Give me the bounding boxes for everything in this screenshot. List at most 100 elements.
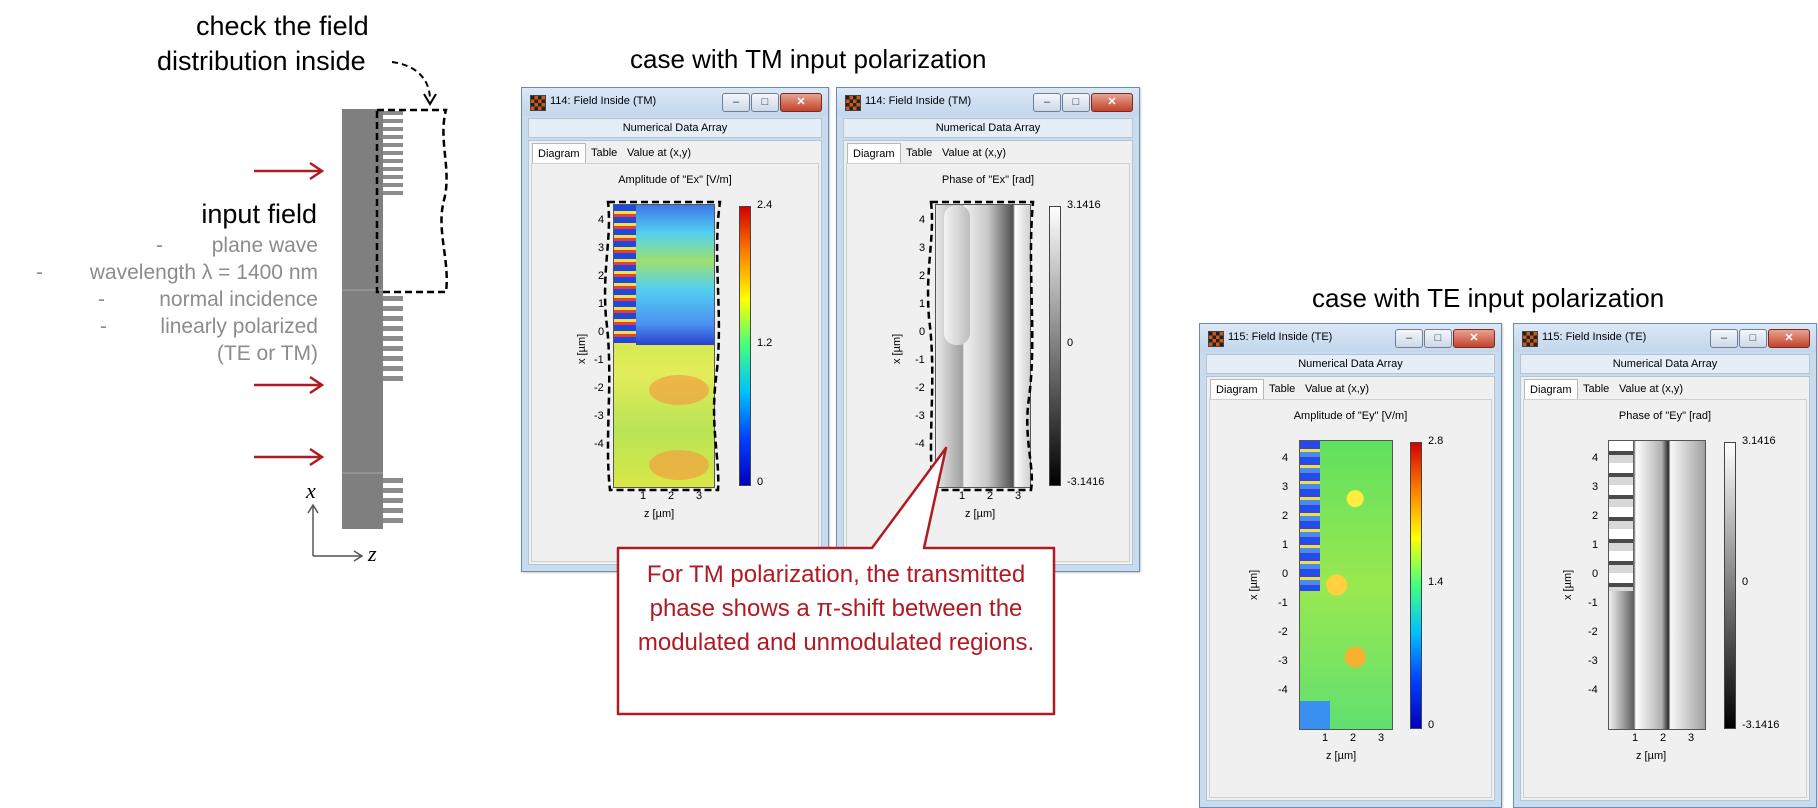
- y-tick: 0: [919, 326, 926, 338]
- tab-table[interactable]: Table: [1578, 379, 1614, 399]
- colorbar-mid: 0: [1742, 576, 1749, 588]
- window-subtitle: Numerical Data Array: [1206, 354, 1495, 374]
- colorbar-max: 2.8: [1428, 435, 1444, 447]
- window-subtitle: Numerical Data Array: [528, 118, 822, 138]
- tab-table[interactable]: Table: [586, 143, 622, 163]
- y-tick: 4: [1592, 452, 1599, 464]
- app-icon: [1208, 331, 1224, 347]
- y-tick: -3: [594, 410, 604, 422]
- tab-diagram[interactable]: Diagram: [1210, 379, 1264, 401]
- window-titlebar[interactable]: 114: Field Inside (TM) – □ ✕: [837, 88, 1139, 116]
- y-tick: 3: [919, 242, 926, 254]
- window-te-amplitude[interactable]: 115: Field Inside (TE) – □ ✕ Numerical D…: [1199, 323, 1502, 808]
- tab-value-at-xy[interactable]: Value at (x,y): [1300, 379, 1374, 399]
- tab-value-at-xy[interactable]: Value at (x,y): [937, 143, 1011, 163]
- diagram-panel: Amplitude of "Ey" [V/m] 2.8 1.4 0 x [µm]…: [1209, 399, 1492, 798]
- bullet-normal-incidence: normal incidence: [159, 288, 318, 311]
- y-tick: 2: [598, 270, 605, 282]
- tab-diagram[interactable]: Diagram: [1524, 379, 1578, 401]
- window-te-phase[interactable]: 115: Field Inside (TE) – □ ✕ Numerical D…: [1513, 323, 1817, 808]
- window-subtitle: Numerical Data Array: [1520, 354, 1810, 374]
- axis-z-label: z: [368, 541, 377, 566]
- minimize-button[interactable]: –: [1710, 329, 1738, 348]
- plot-title: Amplitude of "Ex" [V/m]: [618, 174, 732, 186]
- y-tick: 2: [919, 270, 926, 282]
- y-tick: -4: [1278, 684, 1288, 696]
- colorbar-mid: 0: [1067, 337, 1074, 349]
- maximize-button[interactable]: □: [1424, 329, 1452, 348]
- window-title: 115: Field Inside (TE): [1542, 331, 1647, 343]
- colorbar-max: 3.1416: [1067, 199, 1101, 211]
- y-tick: 0: [1592, 568, 1599, 580]
- y-tick: 4: [919, 214, 926, 226]
- colorbar-max: 2.4: [757, 199, 773, 211]
- y-tick: -3: [1278, 655, 1288, 667]
- window-titlebar[interactable]: 115: Field Inside (TE) – □ ✕: [1514, 324, 1816, 352]
- x-tick: 3: [1688, 732, 1695, 744]
- app-icon: [530, 95, 546, 111]
- colorbar-min: 0: [1428, 719, 1435, 731]
- bullet-dash: -: [98, 288, 105, 311]
- y-tick: 3: [598, 242, 605, 254]
- diagram-panel: Phase of "Ey" [rad] 3.1416 0 -3.1416 x […: [1523, 399, 1807, 798]
- window-titlebar[interactable]: 115: Field Inside (TE) – □ ✕: [1200, 324, 1501, 352]
- y-tick: 3: [1592, 481, 1599, 493]
- minimize-button[interactable]: –: [1395, 329, 1423, 348]
- amplitude-plot[interactable]: [1299, 440, 1393, 730]
- close-button[interactable]: ✕: [780, 93, 822, 112]
- x-axis-label: z [µm]: [1636, 750, 1667, 762]
- field-pattern-grating: [1300, 441, 1320, 591]
- window-title: 114: Field Inside (TM): [550, 95, 657, 107]
- bullet-plane-wave: plane wave: [211, 234, 318, 257]
- window-subtitle: Numerical Data Array: [843, 118, 1133, 138]
- minimize-button[interactable]: –: [1033, 93, 1061, 112]
- colorbar-mid: 1.2: [757, 337, 773, 349]
- tab-value-at-xy[interactable]: Value at (x,y): [1614, 379, 1688, 399]
- tab-table[interactable]: Table: [901, 143, 937, 163]
- tm-heading: case with TM input polarization: [630, 44, 987, 74]
- plot-title: Phase of "Ey" [rad]: [1618, 410, 1712, 422]
- x-tick: 1: [1632, 732, 1639, 744]
- tab-diagram[interactable]: Diagram: [847, 143, 901, 165]
- y-tick: 2: [1282, 510, 1289, 522]
- input-field-heading: input field: [201, 199, 317, 229]
- tab-diagram[interactable]: Diagram: [532, 143, 586, 165]
- x-tick: 3: [1378, 732, 1385, 744]
- app-icon: [1522, 331, 1538, 347]
- y-tick: -2: [594, 382, 604, 394]
- y-tick: 3: [1282, 481, 1289, 493]
- tab-table[interactable]: Table: [1264, 379, 1300, 399]
- close-button[interactable]: ✕: [1768, 329, 1810, 348]
- y-axis-label: x [µm]: [891, 333, 903, 364]
- colorbar: [1724, 442, 1736, 729]
- close-button[interactable]: ✕: [1091, 93, 1133, 112]
- y-tick: -2: [915, 382, 925, 394]
- y-tick: -3: [1588, 655, 1598, 667]
- bullet-wavelength: wavelength λ = 1400 nm: [89, 261, 318, 284]
- y-tick: 4: [598, 214, 605, 226]
- minimize-button[interactable]: –: [722, 93, 750, 112]
- window-titlebar[interactable]: 114: Field Inside (TM) – □ ✕: [522, 88, 828, 116]
- phase-plot[interactable]: [1608, 440, 1706, 730]
- colorbar-min: -3.1416: [1742, 719, 1780, 731]
- plot-title: Amplitude of "Ey" [V/m]: [1293, 410, 1408, 422]
- y-axis-label: x [µm]: [576, 333, 588, 364]
- maximize-button[interactable]: □: [1062, 93, 1090, 112]
- close-button[interactable]: ✕: [1453, 329, 1495, 348]
- colorbar-max: 3.1416: [1742, 435, 1776, 447]
- y-tick: 1: [1282, 539, 1289, 551]
- tab-value-at-xy[interactable]: Value at (x,y): [622, 143, 696, 163]
- plot-title: Phase of "Ex" [rad]: [941, 174, 1035, 186]
- maximize-button[interactable]: □: [1739, 329, 1767, 348]
- y-tick: -2: [1588, 626, 1598, 638]
- y-tick: -1: [1278, 597, 1288, 609]
- y-tick: 1: [1592, 539, 1599, 551]
- y-tick: -1: [915, 354, 925, 366]
- window-body: Diagram Table Value at (x,y) Amplitude o…: [1206, 376, 1495, 801]
- x-tick: 2: [1660, 732, 1667, 744]
- te-heading: case with TE input polarization: [1312, 283, 1665, 313]
- maximize-button[interactable]: □: [751, 93, 779, 112]
- axis-x-label: x: [306, 478, 316, 503]
- y-tick: -1: [1588, 597, 1598, 609]
- y-tick: 1: [919, 298, 926, 310]
